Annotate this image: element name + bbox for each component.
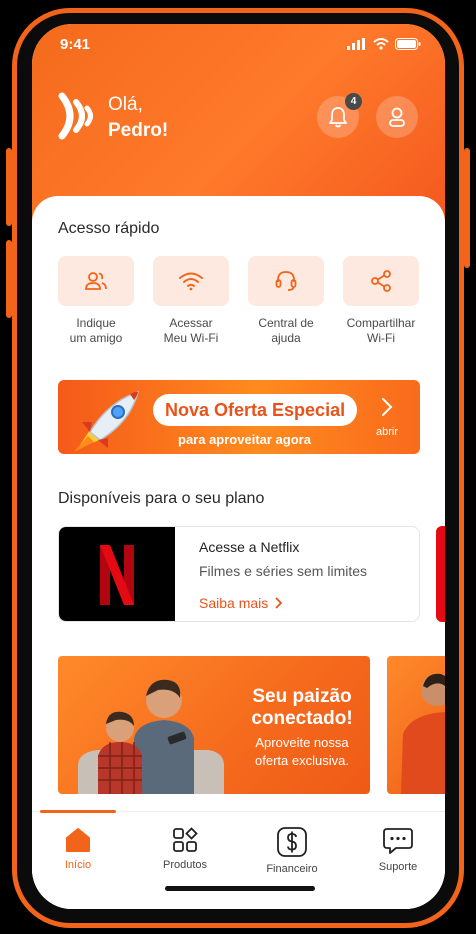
status-time: 9:41 [60,36,91,53]
offer-title: Nova Oferta Especial [153,394,358,426]
signal-icon [347,38,365,50]
user-name: Pedro! [108,120,169,141]
home-icon [66,828,90,852]
quick-tile [343,256,419,306]
quick-item-help-center[interactable]: Central de ajuda [248,256,324,346]
quick-item-refer-friend[interactable]: Indique um amigo [58,256,134,346]
active-tab-indicator [40,810,116,813]
special-offer-banner[interactable]: Nova Oferta Especial para aproveitar ago… [58,380,420,454]
greeting-text: Olá, [108,94,143,115]
tab-suporte[interactable]: Suporte [358,826,438,873]
wifi-status-icon [373,38,389,50]
status-icons [347,38,421,50]
promo-text: Seu paizão conectado! Aproveite nossa of… [238,686,366,770]
next-card-peek[interactable] [436,526,445,622]
tab-label: Início [64,859,92,871]
headset-icon [275,271,297,291]
quick-tile [58,256,134,306]
quick-label: Indique um amigo [69,316,123,345]
rocket-icon [74,390,140,452]
power-button [464,148,470,268]
content-card: Acesso rápido Indique um amigo Acessar M… [32,196,445,909]
netflix-card[interactable]: Acesse a Netflix Filmes e séries sem lim… [58,526,420,622]
users-icon [85,272,107,290]
chevron-right-icon [382,398,393,416]
bell-icon [329,107,347,128]
netflix-n-icon [100,545,134,605]
quick-tile [153,256,229,306]
grid-icon [173,827,198,852]
netflix-title: Acesse a Netflix [199,539,300,555]
tab-label: Produtos [162,859,208,871]
greeting: Olá, Pedro! [108,92,168,144]
quick-item-wifi[interactable]: Acessar Meu Wi-Fi [153,256,229,346]
quick-item-share-wifi[interactable]: Compartilhar Wi-Fi [343,256,419,346]
quick-access-list: Indique um amigo Acessar Meu Wi-Fi Centr… [58,256,419,346]
tab-financeiro[interactable]: Financeiro [252,826,332,875]
family-illustration [78,679,224,794]
share-icon [371,270,391,292]
dollar-icon [277,827,307,857]
offer-open-link[interactable]: abrir [376,426,398,438]
phone-frame: 9:41 Olá, Pedro! 4 Acesso rápido Indique… [0,0,476,934]
promo-body: Aproveite nossa oferta exclusiva. [255,735,349,768]
quick-access-title: Acesso rápido [58,220,160,237]
profile-button[interactable] [376,96,418,138]
quick-label: Acessar Meu Wi-Fi [163,316,219,345]
brand-logo-icon [58,92,93,140]
battery-icon [395,38,421,50]
notifications-button[interactable]: 4 [317,93,362,138]
tab-produtos[interactable]: Produtos [145,826,225,871]
status-bar: 9:41 [32,32,445,56]
learn-more-link[interactable]: Saiba mais [199,595,283,611]
quick-label: Compartilhar Wi-Fi [346,316,416,345]
quick-label: Central de ajuda [258,316,314,345]
tab-label: Suporte [378,861,418,873]
promo-headline: Seu paizão conectado! [251,686,353,729]
notification-badge: 4 [345,93,362,110]
chat-icon [383,828,413,854]
plan-section-title: Disponíveis para o seu plano [58,490,265,507]
next-promo-peek[interactable] [387,656,445,794]
quick-tile [248,256,324,306]
chevron-right-icon [275,597,283,609]
learn-more-label: Saiba mais [199,595,269,611]
tab-inicio[interactable]: Início [38,826,118,871]
netflix-subtitle: Filmes e séries sem limites [199,563,368,579]
promo-banner[interactable]: Seu paizão conectado! Aproveite nossa of… [58,656,370,794]
user-icon [389,107,405,127]
netflix-logo [59,527,175,621]
wifi-icon [179,272,203,291]
person-illustration [401,673,445,794]
offer-subtitle: para aproveitar agora [178,432,311,447]
home-indicator[interactable] [165,886,315,891]
tab-label: Financeiro [266,863,318,875]
bottom-tab-bar: Início Produtos Financeiro Suporte [32,810,445,909]
app-screen: 9:41 Olá, Pedro! 4 Acesso rápido Indique… [32,24,445,909]
